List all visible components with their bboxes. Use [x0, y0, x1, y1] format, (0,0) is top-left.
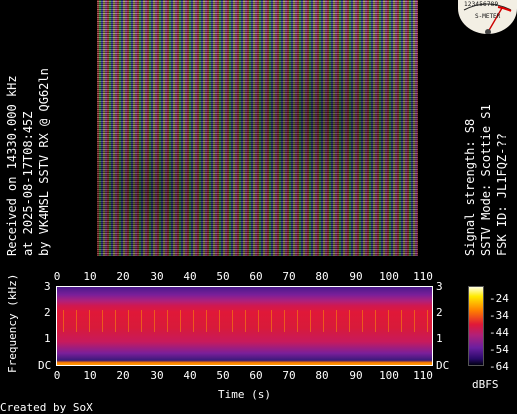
y-tick-right: 2 — [436, 306, 443, 319]
colorbar-tick: -44 — [489, 326, 509, 339]
x-axis-label: Time (s) — [218, 388, 271, 401]
colorbar — [468, 286, 484, 366]
spectrogram-frame — [56, 286, 433, 366]
x-tick-top: 90 — [349, 270, 363, 283]
x-tick-top: 50 — [216, 270, 230, 283]
x-tick-top: 110 — [413, 270, 433, 283]
caption-frequency: Received on 14330.000 kHz — [5, 75, 19, 256]
x-tick-bottom: 10 — [83, 369, 97, 382]
colorbar-tick: -54 — [489, 343, 509, 356]
caption-timestamp: at 2025-08-17T08:45Z — [21, 111, 35, 257]
x-tick-bottom: 100 — [379, 369, 399, 382]
x-tick-top: 80 — [315, 270, 329, 283]
x-tick-top: 70 — [282, 270, 296, 283]
x-tick-bottom: 90 — [349, 369, 363, 382]
signal-strength: Signal strength: S8 — [463, 118, 477, 256]
s-meter-icon: 123456789 S-METER — [458, 0, 517, 34]
sstv-image — [97, 0, 418, 256]
x-tick-bottom: 20 — [116, 369, 130, 382]
y-tick-left: 2 — [44, 306, 51, 319]
colorbar-tick: -64 — [489, 360, 509, 373]
fsk-id: FSK ID: JL1FQZ-?? — [495, 133, 509, 256]
x-tick-bottom: 80 — [315, 369, 329, 382]
s-meter-scale: 123456789 — [464, 1, 499, 8]
x-tick-bottom: 40 — [183, 369, 197, 382]
x-tick-top: 30 — [150, 270, 164, 283]
y-tick-left: DC — [38, 359, 52, 372]
x-tick-top: 10 — [83, 270, 97, 283]
sstv-mode: SSTV Mode: Scottie S1 — [479, 104, 493, 256]
x-tick-bottom: 30 — [150, 369, 164, 382]
x-tick-bottom: 110 — [413, 369, 433, 382]
colorbar-unit: dBFS — [472, 378, 499, 391]
x-tick-bottom: 70 — [282, 369, 296, 382]
x-tick-bottom: 50 — [216, 369, 230, 382]
x-tick-top: 60 — [249, 270, 263, 283]
y-axis-label: Frequency (kHz) — [6, 273, 19, 373]
y-tick-right: 3 — [436, 280, 443, 293]
x-tick-bottom: 60 — [249, 369, 263, 382]
y-tick-right: 1 — [436, 332, 443, 345]
x-tick-top: 20 — [116, 270, 130, 283]
y-tick-left: 1 — [44, 332, 51, 345]
y-tick-left: 3 — [44, 280, 51, 293]
colorbar-tick: -34 — [489, 309, 509, 322]
s-meter-label: S-METER — [475, 13, 501, 20]
created-by-footer: Created by SoX — [0, 401, 93, 414]
caption-receiver: by VK4MSL SSTV RX @ QG62ln — [37, 68, 51, 256]
colorbar-tick: -24 — [489, 292, 509, 305]
y-tick-right: DC — [436, 359, 450, 372]
x-tick-top: 100 — [379, 270, 399, 283]
x-tick-top: 40 — [183, 270, 197, 283]
